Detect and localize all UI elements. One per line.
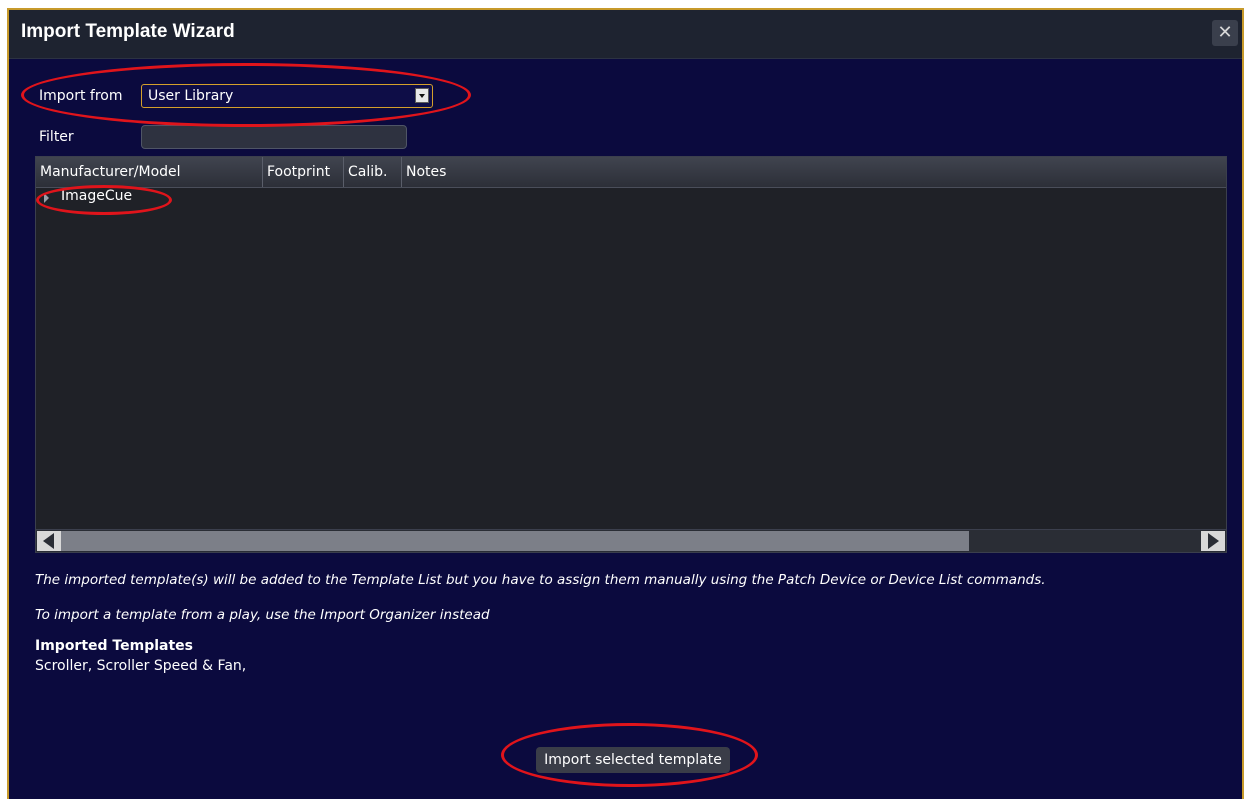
column-header-manufacturer-model[interactable]: Manufacturer/Model [36, 157, 263, 187]
scroll-right-icon[interactable] [1201, 531, 1225, 551]
column-header-calib[interactable]: Calib. [344, 157, 402, 187]
table-header: Manufacturer/Model Footprint Calib. Note… [36, 157, 1226, 188]
dialog-titlebar: Import Template Wizard ✕ [9, 10, 1242, 59]
info-note-assign-manually: The imported template(s) will be added t… [35, 572, 1046, 588]
import-from-select[interactable]: User Library [141, 84, 433, 108]
column-header-notes[interactable]: Notes [402, 157, 1228, 187]
imported-templates-list: Scroller, Scroller Speed & Fan, [35, 658, 247, 674]
imported-templates-heading: Imported Templates [35, 638, 193, 654]
import-selected-template-button[interactable]: Import selected template [536, 747, 730, 773]
close-button[interactable]: ✕ [1212, 20, 1238, 46]
info-note-import-organizer: To import a template from a play, use th… [35, 607, 490, 623]
import-from-value: User Library [148, 88, 234, 104]
row-label-imagecue: ImageCue [61, 188, 133, 204]
import-from-label: Import from [39, 88, 123, 104]
expand-arrow-icon[interactable] [44, 193, 49, 203]
filter-label: Filter [39, 129, 74, 145]
chevron-down-icon[interactable] [415, 88, 429, 103]
scroll-left-icon[interactable] [37, 531, 61, 551]
table-row[interactable]: ImageCue [36, 187, 1226, 209]
horizontal-scrollbar[interactable] [36, 529, 1226, 552]
template-table: Manufacturer/Model Footprint Calib. Note… [35, 156, 1227, 553]
screen-top-strip [0, 0, 1253, 8]
scrollbar-thumb[interactable] [61, 531, 969, 551]
column-header-footprint[interactable]: Footprint [263, 157, 344, 187]
import-template-wizard-dialog: Import Template Wizard ✕ Import from Use… [7, 8, 1244, 799]
filter-input[interactable] [141, 125, 407, 149]
close-icon: ✕ [1217, 22, 1233, 43]
dialog-title: Import Template Wizard [21, 21, 235, 42]
